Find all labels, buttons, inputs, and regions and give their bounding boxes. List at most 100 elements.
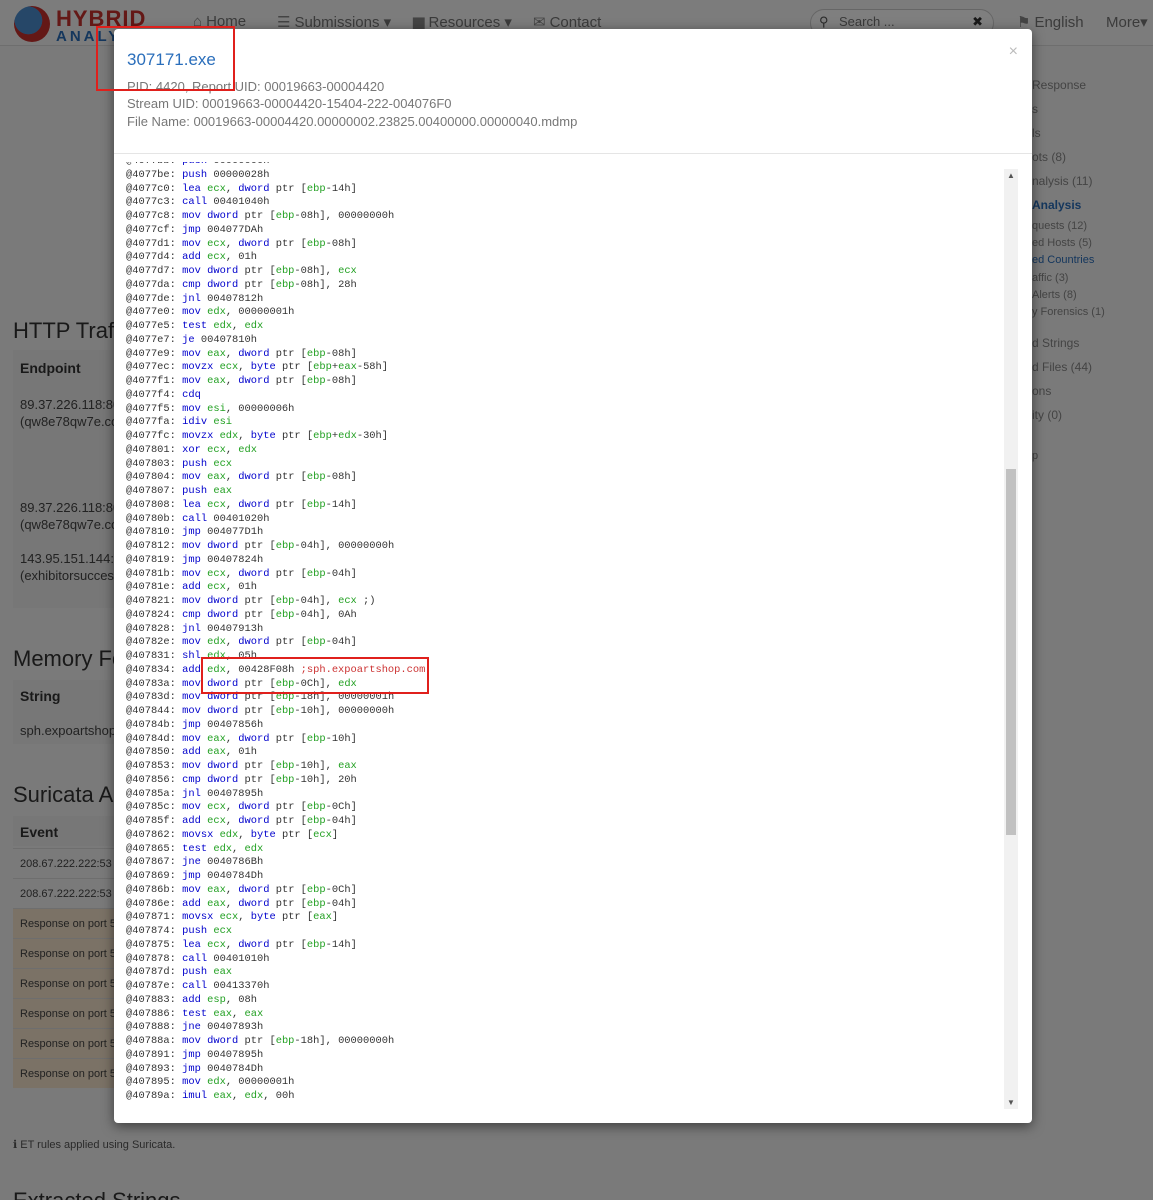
operand: ecx [207, 567, 226, 580]
instruction-address: @4077e9: [126, 347, 183, 360]
instruction-address: @40787e: [126, 980, 183, 992]
operand: -08h], 28h [294, 278, 357, 291]
operand: , [225, 732, 239, 745]
operand: 00401040h [213, 196, 270, 209]
operand: ebp [275, 773, 295, 786]
code-line: @407844: mov dword ptr [ebp-10h], 000000… [126, 705, 1016, 719]
operand: -08h] [325, 471, 357, 484]
instruction-address: @40787d: [126, 966, 183, 979]
instruction-address: @407810: [126, 526, 183, 539]
operand: ecx [207, 801, 226, 814]
operand: ebp [275, 540, 295, 552]
code-line: @407865: test edx, edx [126, 843, 1016, 857]
operand: eax [213, 1090, 233, 1102]
disassembly-view[interactable]: @4077bb: push 00000000h@4077be: push 000… [126, 162, 1016, 1112]
operand: edx [213, 842, 233, 855]
operand: ptr [ [238, 705, 276, 717]
operand: eax [207, 883, 226, 896]
operand: , 01h [225, 581, 257, 594]
instruction-address: @407828: [126, 622, 183, 635]
code-line: @407808: lea ecx, dword ptr [ebp-14h] [126, 499, 1016, 513]
operand: -10h], 20h [294, 773, 357, 786]
code-line: @40787d: push eax [126, 966, 1016, 980]
opcode: movzx [182, 430, 214, 442]
code-line: @407856: cmp dword ptr [ebp-10h], 20h [126, 774, 1016, 788]
instruction-address: @407834: [126, 663, 183, 676]
code-line: @407819: jmp 00407824h [126, 554, 1016, 568]
operand: -08h] [325, 375, 357, 387]
instruction-address: @40785f: [126, 815, 183, 827]
close-icon[interactable]: × [1009, 43, 1018, 61]
opcode: lea [182, 938, 201, 951]
operand: ebp [275, 265, 295, 277]
code-scrollbar[interactable]: ▲ ▼ [1004, 169, 1018, 1109]
operand: ptr [ [269, 732, 307, 745]
code-line: @40785f: add ecx, dword ptr [ebp-04h] [126, 815, 1016, 829]
operand: dword [238, 237, 270, 250]
operand: ptr [ [269, 375, 307, 387]
operand: ebp [306, 567, 326, 580]
operand: dword [238, 567, 270, 580]
code-line: @40784b: jmp 00407856h [126, 719, 1016, 733]
operand: -04h], 00000000h [294, 540, 395, 552]
operand: -08h] [325, 347, 357, 360]
operand: , [225, 471, 239, 484]
operand: , [225, 938, 239, 951]
operand: eax [207, 732, 226, 745]
operand: ebp [275, 595, 295, 607]
code-line: @4077e7: je 00407810h [126, 334, 1016, 348]
opcode: add [182, 815, 201, 827]
code-line: @4077c0: lea ecx, dword ptr [ebp-14h] [126, 183, 1016, 197]
opcode: push [182, 925, 208, 937]
operand: ebp [275, 1035, 295, 1047]
code-line: @40780b: call 00401020h [126, 513, 1016, 527]
operand: -18h], 00000000h [294, 1035, 395, 1047]
operand: , [232, 1007, 245, 1020]
opcode: mov [182, 677, 201, 690]
opcode: call [182, 952, 208, 965]
operand: ecx [219, 911, 239, 924]
operand: 00401020h [213, 512, 270, 525]
instruction-address: @407875: [126, 938, 183, 951]
code-line: @4077e5: test edx, edx [126, 320, 1016, 334]
opcode: cmp [182, 278, 201, 291]
operand: esp [207, 993, 226, 1006]
operand: ptr [ [238, 210, 276, 222]
opcode: test [182, 842, 208, 855]
code-line: @40781e: add ecx, 01h [126, 581, 1016, 595]
operand: ptr [ [269, 883, 307, 896]
operand: eax [313, 911, 332, 924]
operand: ecx [207, 581, 226, 594]
instruction-address: @407862: [126, 828, 183, 841]
operand: ecx [313, 828, 332, 841]
scroll-up-arrow-icon[interactable]: ▲ [1007, 171, 1015, 180]
opcode: mov [182, 375, 201, 387]
opcode: jnl [182, 292, 201, 305]
opcode: je [182, 333, 195, 346]
code-line: @40781b: mov ecx, dword ptr [ebp-04h] [126, 568, 1016, 582]
scroll-thumb[interactable] [1006, 469, 1016, 835]
operand: edx [244, 842, 264, 855]
instruction-address: @40783a: [126, 677, 183, 690]
opcode: mov [182, 1076, 201, 1089]
opcode: cmp [182, 608, 201, 621]
operand: eax [244, 1007, 264, 1020]
scroll-down-arrow-icon[interactable]: ▼ [1007, 1098, 1015, 1107]
opcode: cmp [182, 773, 201, 786]
operand: ebp [275, 705, 295, 717]
operand: -08h], [294, 265, 339, 277]
operand: byte [250, 911, 276, 924]
instruction-address: @40783d: [126, 691, 183, 704]
operand: edx [207, 306, 226, 319]
operand: eax [213, 485, 233, 497]
instruction-address: @40785a: [126, 787, 183, 800]
instruction-address: @407821: [126, 595, 183, 607]
operand: eax [207, 897, 226, 910]
code-line: @407862: movsx edx, byte ptr [ecx] [126, 829, 1016, 843]
code-line: @4077f5: mov esi, 00000006h [126, 403, 1016, 417]
operand: dword [207, 760, 239, 772]
opcode: mov [182, 1035, 201, 1047]
operand: , [225, 636, 239, 649]
operand: dword [238, 636, 270, 649]
operand: byte [250, 430, 276, 442]
